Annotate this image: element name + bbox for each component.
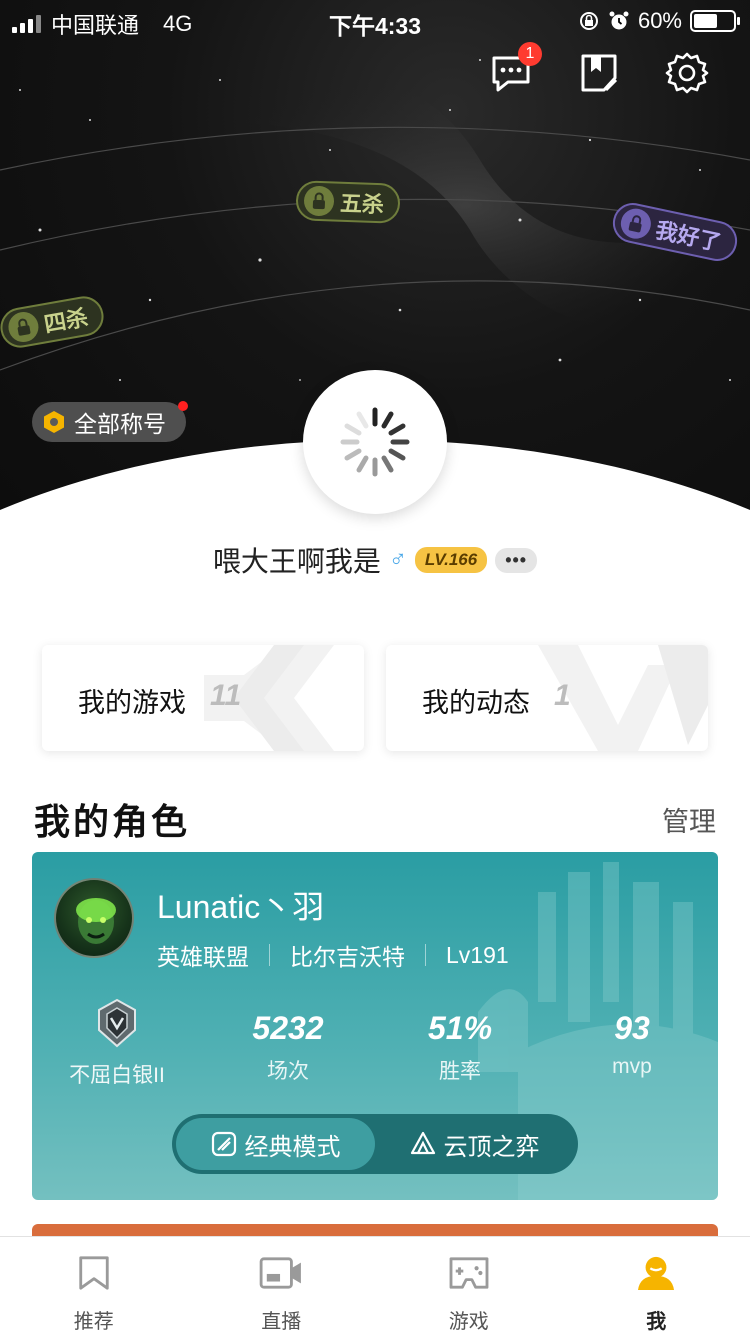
- all-titles-label: 全部称号: [74, 411, 166, 437]
- loading-spinner-icon: [340, 407, 410, 477]
- tab-me[interactable]: 我: [563, 1237, 750, 1334]
- my-games-card[interactable]: 我的游戏 11: [42, 645, 364, 751]
- role-card[interactable]: Lunatic丶羽 英雄联盟 比尔吉沃特 Lv191 不屈白银II 5232 场…: [32, 852, 718, 1200]
- classic-mode-icon: [211, 1131, 236, 1157]
- lock-icon: [6, 309, 41, 345]
- silver-rank-emblem-icon: [98, 998, 136, 1048]
- tab-label: 直播: [261, 1311, 302, 1333]
- title-pill-label: 五杀: [339, 190, 385, 218]
- tab-label: 推荐: [73, 1311, 114, 1333]
- bookmark-icon: [79, 1256, 109, 1290]
- profile-name-row: 喂大王啊我是 ♂ LV.166 •••: [0, 540, 750, 580]
- stat-winrate: 51% 胜率: [390, 1010, 530, 1085]
- gender-male-icon: ♂: [388, 546, 407, 573]
- tab-live[interactable]: 直播: [188, 1237, 376, 1334]
- stat-label: 胜率: [439, 1060, 481, 1083]
- all-titles-button[interactable]: 全部称号: [32, 401, 188, 442]
- more-options-button[interactable]: •••: [495, 547, 538, 573]
- lock-icon: [303, 185, 335, 217]
- my-posts-card[interactable]: 我的动态 1: [386, 645, 708, 751]
- card-label: 我的动态: [422, 688, 530, 718]
- role-game: 英雄联盟: [157, 944, 249, 970]
- role-server: 比尔吉沃特: [290, 944, 405, 970]
- role-info: 英雄联盟 比尔吉沃特 Lv191: [157, 938, 509, 972]
- header-actions: 1: [488, 42, 710, 96]
- stat-value: 5232: [252, 1010, 324, 1046]
- section-title: 我的角色: [34, 801, 191, 842]
- stat-value: 93: [614, 1010, 650, 1046]
- status-bar: 中国联通 4G 下午4:33 60%: [0, 0, 750, 40]
- video-icon: [259, 1257, 302, 1289]
- mode-classic-button[interactable]: 经典模式: [176, 1118, 375, 1170]
- tab-label: 游戏: [448, 1311, 489, 1333]
- settings-button[interactable]: [664, 50, 710, 96]
- stat-mvp: 93 mvp: [562, 1010, 702, 1079]
- bookmark-edit-button[interactable]: [576, 50, 622, 96]
- rotation-lock-icon: [579, 12, 598, 30]
- mode-label: 经典模式: [244, 1133, 341, 1161]
- notification-dot: [178, 401, 188, 411]
- messages-button[interactable]: 1: [488, 42, 542, 96]
- avatar[interactable]: [303, 370, 447, 514]
- manage-button[interactable]: 管理: [662, 800, 716, 839]
- title-pill-label: 四杀: [42, 304, 90, 338]
- title-pill-locked[interactable]: 五杀: [295, 180, 401, 224]
- tft-mode-icon: [410, 1131, 435, 1155]
- card-count: 1: [554, 679, 571, 712]
- battery-percent: 60%: [637, 8, 682, 33]
- tab-recommend[interactable]: 推荐: [0, 1237, 188, 1334]
- stat-label: 场次: [267, 1060, 309, 1083]
- stat-value: 51%: [427, 1010, 493, 1046]
- user-name: 喂大王啊我是: [212, 546, 381, 577]
- role-name: Lunatic丶羽: [157, 889, 325, 925]
- tab-bar: 推荐 直播 游戏 我: [0, 1236, 750, 1334]
- level-badge: LV.166: [414, 547, 488, 573]
- battery-icon: [690, 10, 740, 32]
- rank-label: 不屈白银II: [69, 1064, 165, 1087]
- rank-block: 不屈白银II: [52, 998, 182, 1089]
- gamepad-icon: [449, 1257, 489, 1289]
- role-level: Lv191: [446, 941, 509, 968]
- person-icon: [638, 1256, 675, 1291]
- message-badge: 1: [518, 42, 542, 66]
- mode-toggle: 经典模式 云顶之弈: [172, 1114, 578, 1174]
- hexagon-badge-icon: [44, 411, 64, 433]
- card-count: 11: [210, 679, 242, 712]
- lock-icon: [618, 205, 654, 242]
- card-label: 我的游戏: [78, 688, 186, 718]
- tab-games[interactable]: 游戏: [375, 1237, 563, 1334]
- gear-icon: [665, 52, 709, 94]
- stat-label: mvp: [612, 1055, 652, 1078]
- champion-avatar: [54, 878, 134, 958]
- alarm-icon: [609, 11, 629, 30]
- mode-label: 云顶之弈: [443, 1133, 540, 1161]
- mode-tft-button[interactable]: 云顶之弈: [375, 1118, 574, 1170]
- stat-games: 5232 场次: [218, 1010, 358, 1085]
- bookmark-edit-icon: [581, 54, 618, 92]
- tab-label: 我: [646, 1311, 667, 1333]
